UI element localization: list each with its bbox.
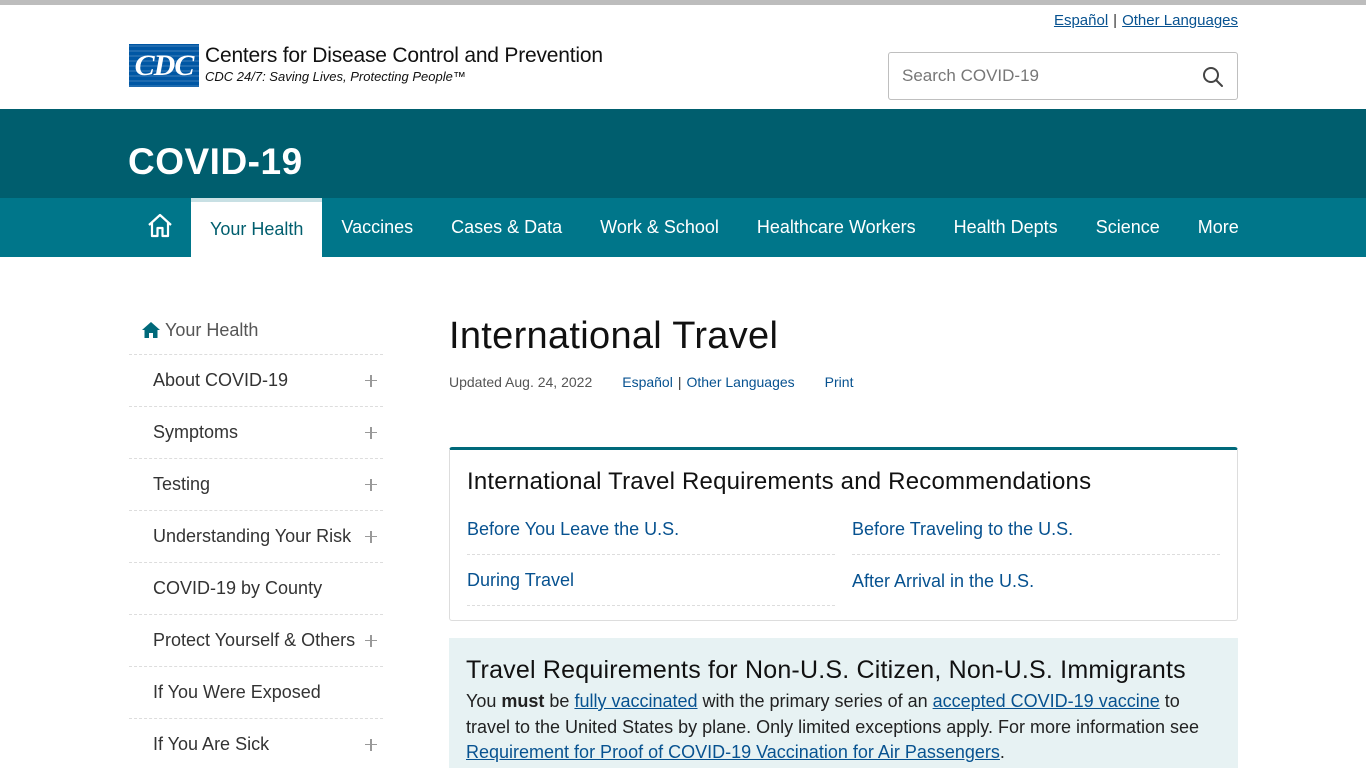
sidebar-item-protect-yourself[interactable]: Protect Yourself & Others (129, 615, 383, 667)
sidebar-item-testing[interactable]: Testing (129, 459, 383, 511)
expand-plus-icon[interactable] (365, 634, 377, 647)
main-content: International Travel Updated Aug. 24, 20… (449, 310, 1238, 768)
expand-plus-icon[interactable] (365, 426, 377, 439)
lang-separator: | (1113, 12, 1118, 29)
card-heading: International Travel Requirements and Re… (467, 468, 1092, 495)
sidebar-item-if-exposed[interactable]: If You Were Exposed (129, 667, 383, 719)
main-nav: Your Health Vaccines Cases & Data Work &… (0, 198, 1366, 257)
site-banner: COVID-19 (0, 109, 1366, 198)
sidebar-home[interactable]: Your Health (129, 306, 383, 355)
search-icon[interactable] (1201, 65, 1225, 89)
sidebar-item-covid-by-county[interactable]: COVID-19 by County (129, 563, 383, 615)
link-during-travel[interactable]: During Travel (467, 555, 835, 606)
non-us-citizen-callout: Travel Requirements for Non-U.S. Citizen… (449, 638, 1238, 768)
cdc-logo-mark: CDC (129, 44, 199, 87)
text-segment: be (544, 691, 575, 711)
link-before-you-leave[interactable]: Before You Leave the U.S. (467, 504, 835, 555)
sidebar-item-about-covid[interactable]: About COVID-19 (129, 355, 383, 407)
accepted-vaccine-link[interactable]: accepted COVID-19 vaccine (933, 691, 1160, 711)
home-icon (146, 212, 174, 243)
sidebar-item-understanding-risk[interactable]: Understanding Your Risk (129, 511, 383, 563)
expand-plus-icon[interactable] (365, 374, 377, 387)
sidebar-item-label: About COVID-19 (153, 370, 289, 390)
search-box (888, 52, 1238, 100)
emphasis-must: must (501, 691, 545, 711)
proof-of-vaccination-link[interactable]: Requirement for Proof of COVID-19 Vaccin… (466, 742, 1000, 762)
updated-date: Updated Aug. 24, 2022 (449, 374, 593, 390)
top-gray-line (0, 0, 1366, 5)
logo-tagline: CDC 24/7: Saving Lives, Protecting Peopl… (205, 69, 466, 84)
expand-plus-icon[interactable] (365, 478, 377, 491)
nav-cases-data[interactable]: Cases & Data (432, 198, 581, 257)
sidebar-item-label: Protect Yourself & Others (153, 630, 356, 650)
espanol-link[interactable]: Español (1054, 12, 1108, 29)
sidebar-item-symptoms[interactable]: Symptoms (129, 407, 383, 459)
fully-vaccinated-link[interactable]: fully vaccinated (574, 691, 697, 711)
sidebar-item-label: Testing (153, 474, 211, 494)
text-segment: You (466, 691, 502, 711)
nav-healthcare-workers[interactable]: Healthcare Workers (738, 198, 935, 257)
search-input[interactable] (889, 53, 1179, 99)
link-after-arrival[interactable]: After Arrival in the U.S. (852, 556, 1220, 607)
link-before-traveling-to-us[interactable]: Before Traveling to the U.S. (852, 504, 1220, 555)
sidebar-item-label: Symptoms (153, 422, 239, 442)
page-meta: Updated Aug. 24, 2022 Español | Other La… (449, 374, 1238, 390)
language-links: Español | Other Languages (1054, 12, 1238, 29)
print-link[interactable]: Print (825, 374, 854, 390)
nav-more[interactable]: More (1179, 198, 1258, 257)
espanol-link[interactable]: Español (622, 374, 673, 390)
expand-plus-icon[interactable] (365, 530, 377, 543)
sidebar-home-label: Your Health (165, 319, 259, 340)
travel-requirements-card: International Travel Requirements and Re… (449, 447, 1238, 621)
sidebar-item-label: If You Were Exposed (153, 682, 321, 702)
home-icon (142, 322, 160, 338)
other-languages-link[interactable]: Other Languages (1122, 12, 1238, 29)
logo-title: Centers for Disease Control and Preventi… (205, 44, 603, 67)
sidebar-item-if-sick[interactable]: If You Are Sick (129, 719, 383, 768)
nav-work-school[interactable]: Work & School (581, 198, 738, 257)
other-languages-link[interactable]: Other Languages (686, 374, 794, 390)
site-title[interactable]: COVID-19 (128, 141, 303, 183)
nav-science[interactable]: Science (1077, 198, 1179, 257)
callout-heading: Travel Requirements for Non-U.S. Citizen… (466, 656, 1186, 684)
sidebar-item-label: If You Are Sick (153, 734, 270, 754)
nav-home[interactable] (129, 198, 191, 257)
text-segment: with the primary series of an (697, 691, 933, 711)
sidebar: Your Health About COVID-19 Symptoms Test… (129, 306, 383, 768)
nav-your-health[interactable]: Your Health (191, 198, 323, 257)
sidebar-item-label: Understanding Your Risk (153, 526, 352, 546)
callout-text: You must be fully vaccinated with the pr… (466, 689, 1221, 766)
sidebar-item-label: COVID-19 by County (153, 578, 323, 598)
nav-health-depts[interactable]: Health Depts (935, 198, 1077, 257)
logo-text: Centers for Disease Control and Preventi… (205, 44, 603, 85)
text-segment: . (999, 742, 1005, 762)
lang-separator: | (677, 374, 682, 390)
expand-plus-icon[interactable] (365, 738, 377, 751)
nav-vaccines[interactable]: Vaccines (322, 198, 432, 257)
page-title: International Travel (449, 315, 779, 357)
cdc-logo[interactable]: CDC Centers for Disease Control and Prev… (129, 44, 603, 87)
